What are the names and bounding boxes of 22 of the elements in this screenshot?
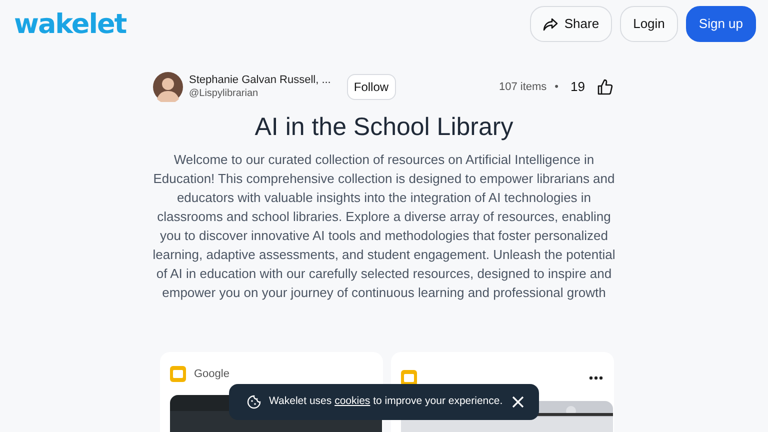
slides-icon	[170, 366, 186, 382]
avatar	[153, 72, 183, 102]
collection-description: Welcome to our curated collection of resources on Artificial Intelligence in Education! This comprehensive collection is designed to empower librarians and educators with valuable insights into the integration of AI technologies in classrooms and school libraries. Explore a diverse array of resources, enabling you to discover innovative AI tools and methodologies that foster personalized learning, adaptive assessments, and student engagement. Unleash the potential of AI in education with our carefully selected resources, designed to inspire and empower you on your journey of continuous learning and professional growth	[152, 151, 616, 302]
author-name: Stephanie Galvan Russell, ...	[189, 73, 331, 87]
like-count: 19	[570, 78, 585, 96]
cookies-link[interactable]: cookies	[334, 395, 370, 408]
author-handle[interactable]: @Lispylibrarian	[189, 87, 331, 101]
slides-icon	[401, 370, 417, 386]
item-count: 107 items	[498, 80, 547, 95]
cookie-icon	[247, 395, 261, 409]
cookie-message: Wakelet uses cookies to improve your experience.	[269, 394, 503, 410]
login-button[interactable]: Login	[620, 6, 678, 42]
share-button[interactable]: Share	[530, 6, 612, 42]
collection-title: AI in the School Library	[254, 112, 514, 142]
thumbs-up-icon[interactable]	[597, 79, 613, 95]
sign-up-button[interactable]: Sign up	[686, 6, 756, 42]
close-button[interactable]	[511, 395, 525, 409]
more-icon	[589, 376, 603, 380]
separator-dot: •	[554, 80, 559, 95]
follow-button[interactable]: Follow	[346, 74, 396, 100]
source-name: Google	[194, 367, 230, 382]
share-icon	[543, 18, 558, 30]
